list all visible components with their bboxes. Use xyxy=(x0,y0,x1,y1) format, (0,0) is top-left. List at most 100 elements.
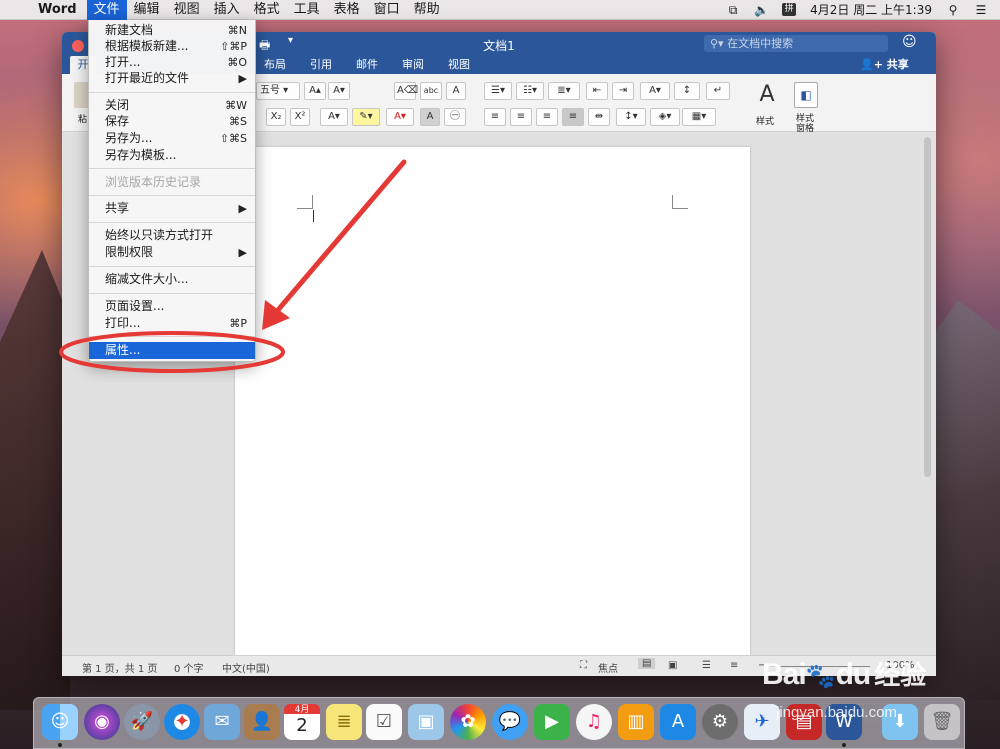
menu-edit[interactable]: 编辑 xyxy=(127,0,167,20)
menu-item-share[interactable]: 共享 ▶ xyxy=(89,200,255,217)
contacts-icon[interactable]: 👤 xyxy=(244,704,280,740)
font-size-dropdown[interactable]: 五号 ▾ xyxy=(256,82,300,100)
safari-icon[interactable]: ✦ xyxy=(164,704,200,740)
spotlight-search-icon[interactable]: ⚲ xyxy=(946,4,960,16)
focus-mode-icon[interactable]: ⛶ xyxy=(580,660,587,671)
borders-icon[interactable]: ▦▾ xyxy=(682,108,716,126)
calendar-icon[interactable]: 4月 2 xyxy=(284,704,320,740)
subscript-icon[interactable]: X₂ xyxy=(266,108,286,126)
styles-icon[interactable]: A xyxy=(750,80,784,110)
highlight-color-icon[interactable]: ✎▾ xyxy=(352,108,380,126)
outline-view-icon[interactable]: ☰ xyxy=(702,660,711,671)
menu-item-save-as[interactable]: 另存为... ⇧⌘S xyxy=(89,130,255,147)
document-search-input[interactable]: ⚲▾ 在文档中搜索 xyxy=(704,35,888,52)
menu-item-print[interactable]: 打印... ⌘P xyxy=(89,315,255,332)
tab-references[interactable]: 引用 xyxy=(310,56,332,72)
reminders-icon[interactable]: ☑ xyxy=(366,704,402,740)
menu-item-save[interactable]: 保存 ⌘S xyxy=(89,113,255,130)
launchpad-icon[interactable]: 🚀 xyxy=(124,704,160,740)
books-icon[interactable]: ▥ xyxy=(618,704,654,740)
finder-icon[interactable]: ☺ xyxy=(42,704,78,740)
align-left-icon[interactable]: ≡ xyxy=(484,108,506,126)
tab-review[interactable]: 审阅 xyxy=(402,56,424,72)
document-page[interactable] xyxy=(235,147,750,655)
status-word-count[interactable]: 0 个字 xyxy=(174,660,204,675)
character-border-icon[interactable]: A xyxy=(446,82,466,100)
menu-item-reduce-file-size[interactable]: 缩减文件大小... xyxy=(89,271,255,288)
clock[interactable]: 4月2日 周二 上午1:39 xyxy=(810,1,932,18)
phonetic-guide-icon[interactable]: abc xyxy=(420,82,442,100)
mail-icon[interactable]: ✉ xyxy=(204,704,240,740)
menu-item-close[interactable]: 关闭 ⌘W xyxy=(89,97,255,114)
notification-center-icon[interactable]: ☰ xyxy=(974,4,988,16)
preview-icon[interactable]: ▣ xyxy=(408,704,444,740)
line-spacing-icon[interactable]: ↕▾ xyxy=(616,108,646,126)
superscript-icon[interactable]: X² xyxy=(290,108,310,126)
feishu-icon[interactable]: ✈ xyxy=(744,704,780,740)
menu-insert[interactable]: 插入 xyxy=(207,0,247,20)
app-store-icon[interactable]: A xyxy=(660,704,696,740)
enclose-characters-icon[interactable]: ㊀ xyxy=(444,108,466,126)
character-shading-icon[interactable]: A xyxy=(420,108,440,126)
vertical-scrollbar[interactable] xyxy=(924,137,931,477)
align-right-icon[interactable]: ≡ xyxy=(536,108,558,126)
siri-icon[interactable]: ◉ xyxy=(84,704,120,740)
menu-format[interactable]: 格式 xyxy=(247,0,287,20)
menu-view[interactable]: 视图 xyxy=(167,0,207,20)
clear-formatting-icon[interactable]: A⌫ xyxy=(394,82,418,100)
decrease-font-size-icon[interactable]: A▾ xyxy=(328,82,350,100)
bullets-icon[interactable]: ☰▾ xyxy=(484,82,512,100)
draft-view-icon[interactable]: ≡ xyxy=(730,660,738,671)
menu-item-open[interactable]: 打开... ⌘O xyxy=(89,54,255,71)
font-color-icon[interactable]: A▾ xyxy=(386,108,414,126)
messages-icon[interactable]: 💬 xyxy=(492,704,528,740)
styles-pane-icon[interactable]: ◧ xyxy=(794,82,818,108)
app-menu-word[interactable]: Word xyxy=(34,2,87,17)
menu-file[interactable]: 文件 xyxy=(86,0,127,20)
shading-icon[interactable]: ◈▾ xyxy=(650,108,680,126)
text-effects-icon[interactable]: A▾ xyxy=(320,108,348,126)
numbering-icon[interactable]: ☷▾ xyxy=(516,82,544,100)
notes-icon[interactable]: ≣ xyxy=(326,704,362,740)
music-icon[interactable]: ♫ xyxy=(576,704,612,740)
menu-table[interactable]: 表格 xyxy=(327,0,367,20)
menu-item-save-as-template[interactable]: 另存为模板... xyxy=(89,147,255,164)
decrease-indent-icon[interactable]: ⇤ xyxy=(586,82,608,100)
text-direction-icon[interactable]: A▾ xyxy=(640,82,670,100)
web-layout-view-icon[interactable]: ▣ xyxy=(668,660,677,671)
trash-icon[interactable]: 🗑 xyxy=(924,704,960,740)
volume-icon[interactable]: 🔈 xyxy=(754,4,769,16)
align-center-icon[interactable]: ≡ xyxy=(510,108,532,126)
menu-item-new-from-template[interactable]: 根据模板新建... ⇧⌘P xyxy=(89,38,255,55)
multilevel-list-icon[interactable]: ≣▾ xyxy=(548,82,580,100)
screen-mirror-icon[interactable]: ⧉ xyxy=(726,4,740,16)
increase-indent-icon[interactable]: ⇥ xyxy=(612,82,634,100)
increase-font-size-icon[interactable]: A▴ xyxy=(304,82,326,100)
tab-view[interactable]: 视图 xyxy=(448,56,470,72)
menu-tools[interactable]: 工具 xyxy=(287,0,327,20)
status-page-count[interactable]: 第 1 页，共 1 页 xyxy=(82,660,157,675)
distributed-icon[interactable]: ⇹ xyxy=(588,108,610,126)
menu-item-new-document[interactable]: 新建文档 ⌘N xyxy=(89,22,255,39)
justify-icon[interactable]: ≡ xyxy=(562,108,584,126)
show-formatting-marks-icon[interactable]: ↵ xyxy=(706,82,730,100)
tab-mailings[interactable]: 邮件 xyxy=(356,56,378,72)
menu-help[interactable]: 帮助 xyxy=(407,0,447,20)
menu-item-page-setup[interactable]: 页面设置... xyxy=(89,298,255,315)
menu-item-properties[interactable]: 属性... xyxy=(89,342,255,359)
input-method-indicator[interactable]: 拼 xyxy=(782,3,797,16)
tab-layout[interactable]: 布局 xyxy=(264,56,286,72)
menu-item-always-open-read-only[interactable]: 始终以只读方式打开 xyxy=(89,227,255,244)
photos-icon[interactable]: ✿ xyxy=(450,704,486,740)
status-language[interactable]: 中文(中国) xyxy=(222,660,270,675)
menu-window[interactable]: 窗口 xyxy=(367,0,407,20)
sort-icon[interactable]: ↕ xyxy=(674,82,700,100)
system-preferences-icon[interactable]: ⚙ xyxy=(702,704,738,740)
share-button[interactable]: 👤+ 共享 xyxy=(860,56,909,72)
facetime-icon[interactable]: ▶ xyxy=(534,704,570,740)
print-layout-view-icon[interactable]: ▤ xyxy=(638,658,656,669)
menu-item-restrict-permissions[interactable]: 限制权限 ▶ xyxy=(89,244,255,261)
focus-mode-label[interactable]: 焦点 xyxy=(598,660,618,675)
menu-item-open-recent[interactable]: 打开最近的文件 ▶ xyxy=(89,70,255,87)
feedback-smiley-icon[interactable]: ☺ xyxy=(902,34,917,50)
